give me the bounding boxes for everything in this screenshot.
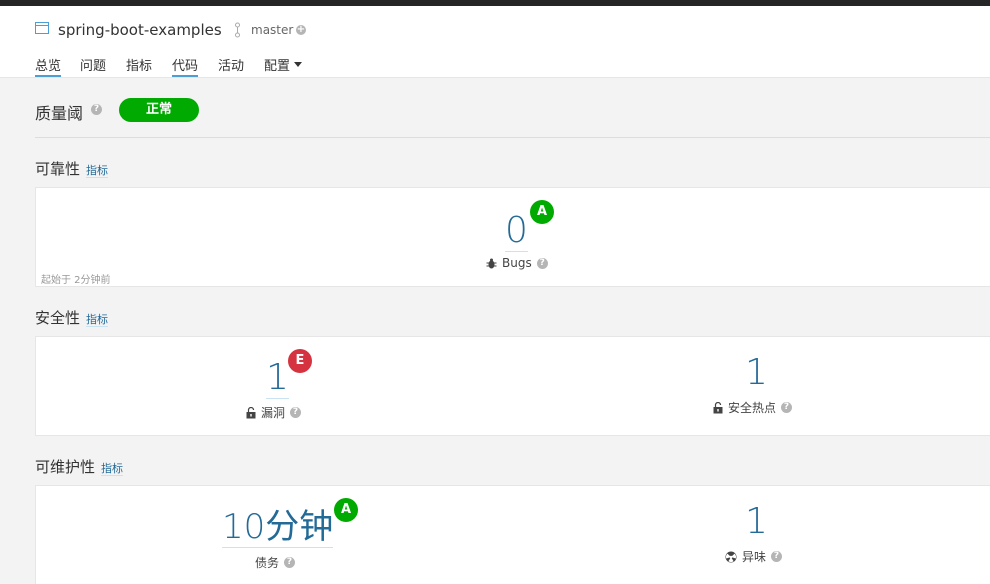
smells-label: 异味 ?	[725, 548, 783, 565]
debt-label: 债务 ?	[255, 554, 296, 571]
nav-configuration[interactable]: 配置	[264, 55, 303, 77]
lock-open-icon	[246, 406, 256, 418]
reliability-title: 可靠性 指标	[35, 158, 109, 179]
help-icon[interactable]: ?	[284, 557, 296, 568]
quality-gate-label: 质量阈	[35, 104, 84, 123]
branch-name[interactable]: master	[251, 23, 293, 37]
nav-measures[interactable]: 指标	[126, 55, 152, 77]
nav-issues[interactable]: 问题	[80, 55, 106, 77]
debt-label-text: 债务	[255, 556, 280, 570]
bug-icon	[486, 258, 497, 268]
project-icon	[35, 22, 49, 34]
vulnerabilities-value[interactable]: 1	[266, 358, 289, 399]
nav-activity[interactable]: 活动	[218, 55, 244, 77]
bugs-value[interactable]: 0	[505, 211, 528, 252]
smells-label-text: 异味	[742, 550, 767, 564]
security-measures-link[interactable]: 指标	[86, 313, 109, 327]
help-icon[interactable]: ?	[771, 551, 783, 562]
quality-gate-status-badge: 正常	[119, 98, 199, 122]
nav-overview[interactable]: 总览	[35, 55, 62, 77]
nav-configuration-label: 配置	[264, 59, 291, 74]
divider	[35, 137, 990, 138]
security-grade-badge[interactable]: E	[288, 349, 312, 373]
since-text: 起始于 2分钟前	[41, 275, 111, 286]
caret-down-icon	[294, 62, 303, 67]
branch-icon	[235, 22, 240, 38]
project-header: spring-boot-examples master + 总览 问题 指标 代…	[0, 6, 990, 78]
hotspots-label: 安全热点 ?	[713, 399, 793, 416]
help-icon[interactable]: ?	[781, 402, 793, 413]
plus-circle-icon[interactable]: +	[296, 25, 306, 35]
project-name[interactable]: spring-boot-examples	[58, 21, 222, 39]
help-icon[interactable]: ?	[290, 407, 302, 418]
maintainability-title-text: 可维护性	[35, 458, 96, 476]
reliability-card: 0 A Bugs ? 起始于 2分钟前	[35, 187, 990, 287]
debt-value[interactable]: 10分钟	[222, 507, 334, 548]
reliability-title-text: 可靠性	[35, 160, 81, 178]
vulnerabilities-label: 漏洞 ?	[246, 404, 302, 421]
hotspots-value[interactable]: 1	[745, 353, 768, 393]
lock-open-icon	[713, 401, 723, 413]
help-icon[interactable]: ?	[91, 104, 102, 115]
help-icon[interactable]: ?	[536, 257, 548, 269]
security-title-text: 安全性	[35, 309, 81, 327]
vulnerabilities-label-text: 漏洞	[261, 406, 286, 420]
radiation-icon	[725, 551, 737, 562]
maintainability-card: 10分钟 A 债务 ? 1 异味 ?	[35, 485, 990, 584]
maintainability-title: 可维护性 指标	[35, 456, 124, 477]
security-card: 1 E 漏洞 ? 1 安全热点 ?	[35, 336, 990, 436]
smells-value[interactable]: 1	[745, 502, 768, 542]
maintainability-grade-badge[interactable]: A	[334, 498, 358, 522]
nav-code[interactable]: 代码	[172, 55, 199, 77]
reliability-grade-badge[interactable]: A	[530, 200, 554, 224]
reliability-measures-link[interactable]: 指标	[86, 164, 109, 178]
bugs-label-text: Bugs	[502, 256, 532, 270]
maintainability-measures-link[interactable]: 指标	[101, 462, 124, 476]
security-title: 安全性 指标	[35, 307, 109, 328]
bugs-label: Bugs ?	[486, 256, 548, 270]
hotspots-label-text: 安全热点	[728, 401, 777, 415]
